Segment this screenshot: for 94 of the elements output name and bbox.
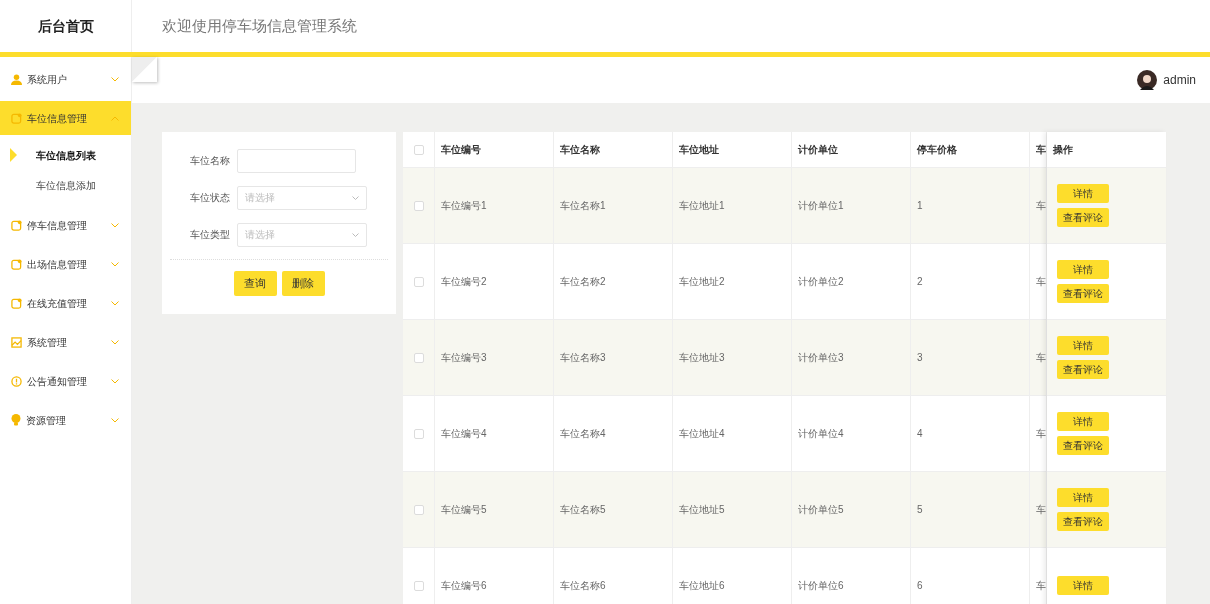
table-cell-text: 车位名称3: [560, 351, 606, 365]
field-label: 车位名称: [189, 154, 231, 168]
table-cell-text: 3: [917, 351, 923, 365]
comments-button[interactable]: 查看评论: [1057, 360, 1109, 379]
table-cell-text: 1: [917, 199, 923, 213]
field-label: 车位类型: [189, 228, 231, 242]
chevron-down-icon: [111, 261, 119, 267]
submenu-item[interactable]: 车位信息添加: [0, 170, 131, 200]
note-icon: [11, 297, 22, 309]
table-cell-text: 车位名称5: [560, 503, 606, 517]
delete-button[interactable]: 删除: [281, 271, 325, 296]
table-cell-text: 车位地址3: [679, 351, 725, 365]
table-cell-text: 计价单位6: [798, 579, 844, 593]
table-cell-text: 车位地址4: [679, 427, 725, 441]
table-cell-text: 车位编号4: [441, 427, 487, 441]
field-label: 车位状态: [189, 191, 231, 205]
avatar[interactable]: [1137, 70, 1158, 90]
chevron-down-icon: [352, 195, 359, 200]
comments-button[interactable]: 查看评论: [1057, 512, 1109, 531]
table-cell-text: 车位编号6: [441, 579, 487, 593]
checkbox[interactable]: [413, 352, 424, 363]
table-cell-text: 车位地址1: [679, 199, 725, 213]
table-cell-text: 计价单位5: [798, 503, 844, 517]
table-cell-text: 计价单位4: [798, 427, 844, 441]
alert-icon: [11, 375, 22, 387]
table-cell-text: 车位名称2: [560, 275, 606, 289]
detail-button[interactable]: 详情: [1057, 260, 1109, 279]
table-cell-text: 5: [917, 503, 923, 517]
column-header: 车位名称: [560, 143, 600, 157]
sidebar-item[interactable]: 车位信息管理: [0, 101, 131, 135]
column-header: 计价单位: [798, 143, 838, 157]
detail-button[interactable]: 详情: [1057, 412, 1109, 431]
table-cell-text: 车: [1036, 427, 1046, 441]
detail-button[interactable]: 详情: [1057, 336, 1109, 355]
table-cell-text: 车位名称4: [560, 427, 606, 441]
detail-button[interactable]: 详情: [1057, 488, 1109, 507]
username[interactable]: admin: [1163, 71, 1196, 89]
column-header: 停车价格: [917, 143, 957, 157]
table-cell-text: 计价单位1: [798, 199, 844, 213]
table-cell-text: 车: [1036, 275, 1046, 289]
note-icon: [11, 219, 22, 231]
table-cell-text: 车位地址6: [679, 579, 725, 593]
table-cell-text: 车位编号2: [441, 275, 487, 289]
comments-button[interactable]: 查看评论: [1057, 284, 1109, 303]
input-field[interactable]: [237, 148, 356, 173]
table-cell-text: 车: [1036, 579, 1046, 593]
detail-button[interactable]: 详情: [1057, 576, 1109, 595]
table-cell-text: 车位名称6: [560, 579, 606, 593]
submenu-item[interactable]: 车位信息列表: [0, 140, 131, 170]
system-title: 欢迎使用停车场信息管理系统: [162, 15, 357, 36]
column-header: 车位编号: [441, 143, 481, 157]
table-cell-text: 车: [1036, 503, 1046, 517]
table-cell-text: 6: [917, 579, 923, 593]
note-icon: [11, 258, 22, 270]
chevron-down-icon: [111, 417, 119, 423]
checkbox[interactable]: [413, 504, 424, 515]
checkbox[interactable]: [413, 200, 424, 211]
chevron-down-icon: [352, 232, 359, 237]
image-icon: [11, 336, 22, 348]
table-cell-text: 车位编号1: [441, 199, 487, 213]
checkbox[interactable]: [413, 144, 424, 155]
chevron-down-icon: [111, 76, 119, 82]
table-cell-text: 计价单位3: [798, 351, 844, 365]
chevron-down-icon: [111, 339, 119, 345]
table-cell-text: 车位地址5: [679, 503, 725, 517]
search-button[interactable]: 查询: [233, 271, 277, 296]
table-cell-text: 车位地址2: [679, 275, 725, 289]
table-cell-text: 车位编号5: [441, 503, 487, 517]
chevron-up-icon: [111, 115, 119, 121]
pointer-icon: [10, 148, 17, 162]
table-cell-text: 车位名称1: [560, 199, 606, 213]
chevron-down-icon: [111, 222, 119, 228]
table-cell-text: 4: [917, 427, 923, 441]
table-cell-text: 车: [1036, 351, 1046, 365]
detail-button[interactable]: 详情: [1057, 184, 1109, 203]
column-header: 车: [1036, 143, 1046, 157]
comments-button[interactable]: 查看评论: [1057, 436, 1109, 455]
checkbox[interactable]: [413, 580, 424, 591]
checkbox[interactable]: [413, 276, 424, 287]
column-header: 车位地址: [679, 143, 719, 157]
table-cell-text: 车位编号3: [441, 351, 487, 365]
checkbox[interactable]: [413, 428, 424, 439]
column-header: 操作: [1053, 143, 1073, 157]
table-cell-text: 车: [1036, 199, 1046, 213]
chevron-down-icon: [111, 300, 119, 306]
table-cell-text: 计价单位2: [798, 275, 844, 289]
user-icon: [11, 73, 22, 85]
chevron-down-icon: [111, 378, 119, 384]
home-title[interactable]: 后台首页: [37, 15, 94, 37]
table-cell-text: 2: [917, 275, 923, 289]
note-icon: [11, 112, 22, 124]
comments-button[interactable]: 查看评论: [1057, 208, 1109, 227]
bulb-icon: [11, 414, 21, 426]
fold-corner-icon[interactable]: [132, 57, 157, 82]
